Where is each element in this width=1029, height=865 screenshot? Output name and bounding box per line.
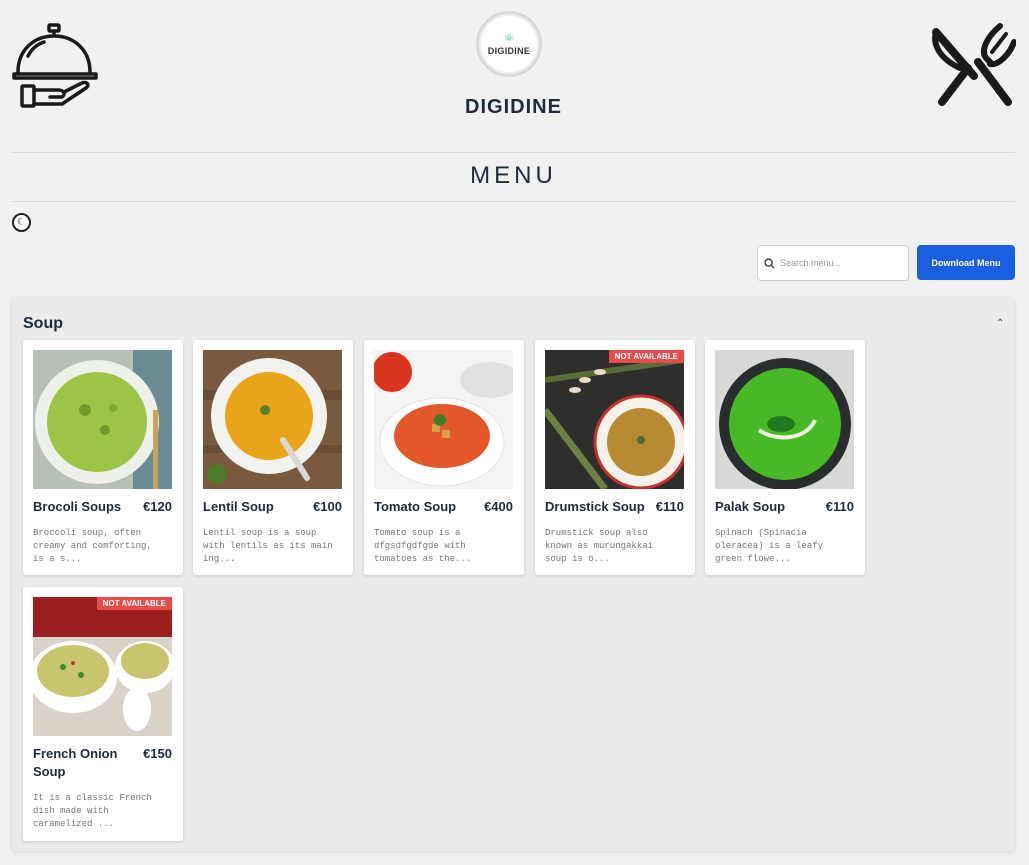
not-available-badge: NOT AVAILABLE <box>96 597 172 610</box>
chevron-up-icon[interactable]: ⌃ <box>996 318 1004 329</box>
item-description: Spinach (Spinacia oleracea) is a leafy g… <box>715 528 824 564</box>
item-name: French Onion Soup <box>33 746 118 779</box>
item-price: €150 <box>143 746 172 761</box>
item-price: €120 <box>143 499 172 514</box>
section-title[interactable]: Soup <box>23 315 63 333</box>
download-menu-button[interactable]: Download Menu <box>917 245 1015 280</box>
item-description: It is a classic French dish made with ca… <box>33 793 152 829</box>
search-icon <box>764 257 775 269</box>
search-input[interactable] <box>780 258 900 268</box>
brand-title: DIGIDINE <box>465 96 562 118</box>
french-onion-soup-image <box>33 597 172 736</box>
theme-toggle-button[interactable]: ☾ <box>12 213 31 232</box>
menu-title: MENU <box>470 162 557 189</box>
search-box[interactable] <box>757 245 909 281</box>
item-name: Brocoli Soups <box>33 499 122 514</box>
item-name: Lentil Soup <box>203 499 274 514</box>
menu-item-card[interactable]: Palak Soup €110 Spinach (Spinacia olerac… <box>705 340 865 575</box>
menu-item-card[interactable]: NOT AVAILABLE French Onion Soup €150 It … <box>23 587 183 841</box>
item-description: Lentil soup is a soup with lentils as it… <box>203 528 333 564</box>
item-price: €110 <box>655 499 684 514</box>
atom-icon: ⚛ <box>503 31 515 45</box>
menu-section-soup: Soup ⌃ Brocoli Soups €120 Broccoli soup,… <box>12 298 1015 851</box>
not-available-badge: NOT AVAILABLE <box>608 350 684 363</box>
item-name: Tomato Soup <box>374 499 457 514</box>
drumstick-soup-image <box>545 350 684 489</box>
item-description: Drumstick soup also known as murungakkai… <box>545 528 654 564</box>
moon-icon: ☾ <box>17 216 26 228</box>
fork-knife-icon <box>928 22 1017 110</box>
palak-soup-image <box>715 350 854 489</box>
menu-item-card[interactable]: NOT AVAILABLE Drumstick Soup €110 Drumst… <box>535 340 695 575</box>
lentil-soup-image <box>203 350 342 489</box>
menu-item-card[interactable]: Tomato Soup €400 Tomato soup is a dfgsdf… <box>364 340 524 575</box>
item-description: Tomato soup is a dfgsdfgdfgde with tomat… <box>374 528 472 564</box>
digidine-logo: ⚛ DIGIDINE <box>476 11 542 77</box>
menu-item-card[interactable]: Brocoli Soups €120 Broccoli soup, often … <box>23 340 183 575</box>
header: ⚛ DIGIDINE DIGIDINE <box>12 0 1017 152</box>
item-description: Broccoli soup, often creamy and comforti… <box>33 528 152 564</box>
brocoli-soup-image <box>33 350 172 489</box>
item-price: €400 <box>484 499 513 514</box>
menu-item-card[interactable]: Lentil Soup €100 Lentil soup is a soup w… <box>193 340 353 575</box>
item-price: €100 <box>313 499 342 514</box>
tomato-soup-image <box>374 350 513 489</box>
item-price: €110 <box>825 499 854 514</box>
item-name: Palak Soup <box>715 499 786 514</box>
menu-divider <box>12 201 1015 202</box>
header-divider <box>12 152 1015 153</box>
logo-text: DIGIDINE <box>487 46 531 56</box>
item-name: Drumstick Soup <box>545 499 645 514</box>
